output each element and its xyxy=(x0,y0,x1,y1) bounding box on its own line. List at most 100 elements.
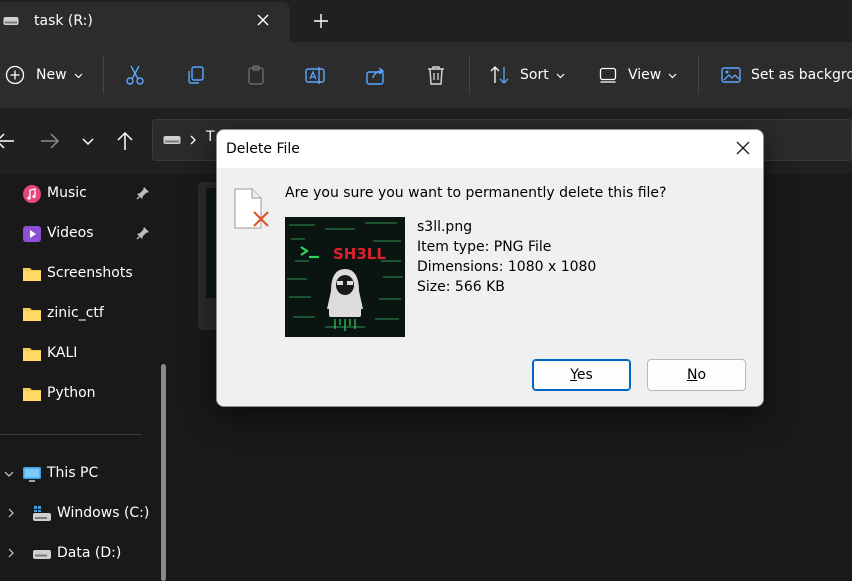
sidebar-item-label: Python xyxy=(47,385,96,401)
confirmation-question: Are you sure you want to permanently del… xyxy=(285,185,667,201)
new-label: New xyxy=(36,67,67,83)
chevron-down-icon xyxy=(556,73,565,78)
set-as-background-label: Set as backgrou xyxy=(751,67,852,83)
chevron-down-icon[interactable] xyxy=(4,469,14,479)
sidebar-item-screenshots[interactable]: Screenshots xyxy=(0,254,160,294)
video-icon xyxy=(23,226,41,242)
back-arrow-icon[interactable] xyxy=(0,130,16,152)
sidebar-item-this-pc[interactable]: This PC xyxy=(0,454,160,494)
dialog-titlebar[interactable]: Delete File xyxy=(217,130,763,168)
picture-icon xyxy=(721,67,741,83)
yes-button-label: Yes xyxy=(570,367,593,383)
yes-rest: es xyxy=(576,367,593,383)
tab-task-drive[interactable]: task (R:) xyxy=(0,2,290,42)
drive-icon xyxy=(3,17,19,25)
folder-icon xyxy=(23,388,41,401)
toolbar-divider xyxy=(698,56,699,94)
sidebar-item-videos[interactable]: Videos xyxy=(0,214,160,254)
chevron-right-icon[interactable] xyxy=(6,508,16,518)
paste-button[interactable] xyxy=(245,42,267,108)
delete-file-dialog: Delete File Are you sure you want to per… xyxy=(216,129,764,407)
monitor-icon xyxy=(23,467,41,482)
yes-button[interactable]: Yes xyxy=(532,359,631,391)
chevron-down-icon xyxy=(668,73,677,78)
view-button[interactable]: View xyxy=(599,42,677,108)
preview-title-text: SH3LL xyxy=(333,245,386,263)
sidebar-item-label: KALI xyxy=(47,345,78,361)
tab-title: task (R:) xyxy=(34,13,93,29)
up-arrow-icon[interactable] xyxy=(114,130,136,152)
file-dimensions: Dimensions: 1080 x 1080 xyxy=(417,259,597,275)
sidebar-item-label: This PC xyxy=(47,465,99,481)
no-rest: o xyxy=(697,367,707,383)
sort-button[interactable]: Sort xyxy=(489,42,565,108)
windows-drive-icon xyxy=(33,506,51,521)
share-icon xyxy=(366,67,385,85)
dialog-title: Delete File xyxy=(226,141,300,157)
cut-button[interactable] xyxy=(124,42,146,108)
yes-mnemonic: Y xyxy=(570,367,577,383)
chevron-right-icon[interactable] xyxy=(6,548,16,558)
no-button-label: No xyxy=(687,367,706,383)
sidebar-item-label: Windows (C:) xyxy=(57,505,150,521)
command-bar: New Sort View Set as backgro xyxy=(0,42,852,108)
rename-button[interactable] xyxy=(304,42,326,108)
folder-icon xyxy=(23,308,41,321)
file-preview-image: SH3LL xyxy=(285,217,405,337)
copy-icon xyxy=(188,66,204,84)
pin-icon[interactable] xyxy=(136,186,150,200)
sidebar-item-music[interactable]: Music xyxy=(0,174,160,214)
forward-arrow-icon[interactable] xyxy=(39,130,61,152)
sidebar-item-kali[interactable]: KALI xyxy=(0,334,160,374)
no-mnemonic: N xyxy=(686,367,698,383)
copy-button[interactable] xyxy=(185,42,207,108)
delete-button[interactable] xyxy=(425,42,447,108)
sidebar-item-label: Videos xyxy=(47,225,94,241)
sidebar-item-label: zinic_ctf xyxy=(47,305,104,321)
file-type: Item type: PNG File xyxy=(417,239,552,255)
file-name: s3ll.png xyxy=(417,219,473,235)
rename-icon xyxy=(305,67,325,84)
sidebar-item-label: Data (D:) xyxy=(57,545,122,561)
toolbar-divider xyxy=(103,56,104,94)
folder-icon xyxy=(23,268,41,281)
dialog-body: Are you sure you want to permanently del… xyxy=(217,168,763,406)
sidebar-scrollbar[interactable] xyxy=(161,364,166,581)
sidebar-item-python[interactable]: Python xyxy=(0,374,160,414)
no-button[interactable]: No xyxy=(647,359,746,391)
recent-locations-chevron-icon[interactable] xyxy=(80,133,96,149)
close-icon[interactable] xyxy=(735,140,751,156)
chevron-right-icon xyxy=(190,135,196,145)
view-layout-icon xyxy=(599,67,617,83)
sidebar-item-data-d[interactable]: Data (D:) xyxy=(0,534,160,574)
sidebar-divider xyxy=(0,434,142,435)
trash-icon xyxy=(428,66,444,85)
view-label: View xyxy=(628,67,662,83)
sidebar-item-windows-c[interactable]: Windows (C:) xyxy=(0,494,160,534)
file-explorer-window: task (R:) New Sort View Set as backgro T… xyxy=(0,0,852,581)
drive-icon xyxy=(163,136,181,144)
plus-circle-icon xyxy=(5,65,25,85)
folder-icon xyxy=(23,348,41,361)
toolbar-divider xyxy=(469,56,470,94)
new-button[interactable]: New xyxy=(5,42,83,108)
plus-icon[interactable] xyxy=(312,12,330,30)
file-size: Size: 566 KB xyxy=(417,279,505,295)
scissors-icon xyxy=(126,65,144,85)
sidebar-item-label: Music xyxy=(47,185,87,201)
music-icon xyxy=(23,185,41,203)
share-button[interactable] xyxy=(365,42,387,108)
pin-icon[interactable] xyxy=(136,226,150,240)
sidebar-item-zinic-ctf[interactable]: zinic_ctf xyxy=(0,294,160,334)
hacker-image-icon: SH3LL xyxy=(285,217,405,337)
set-as-background-button[interactable]: Set as backgrou xyxy=(720,42,852,108)
tab-strip: task (R:) xyxy=(0,0,852,42)
close-icon[interactable] xyxy=(254,11,272,29)
sort-label: Sort xyxy=(520,67,549,83)
delete-file-icon xyxy=(234,188,269,229)
sort-arrows-icon xyxy=(490,66,509,84)
breadcrumb-text: T xyxy=(206,129,215,145)
chevron-down-icon xyxy=(74,73,82,78)
sidebar-item-label: Screenshots xyxy=(47,265,133,281)
clipboard-icon xyxy=(248,65,264,85)
